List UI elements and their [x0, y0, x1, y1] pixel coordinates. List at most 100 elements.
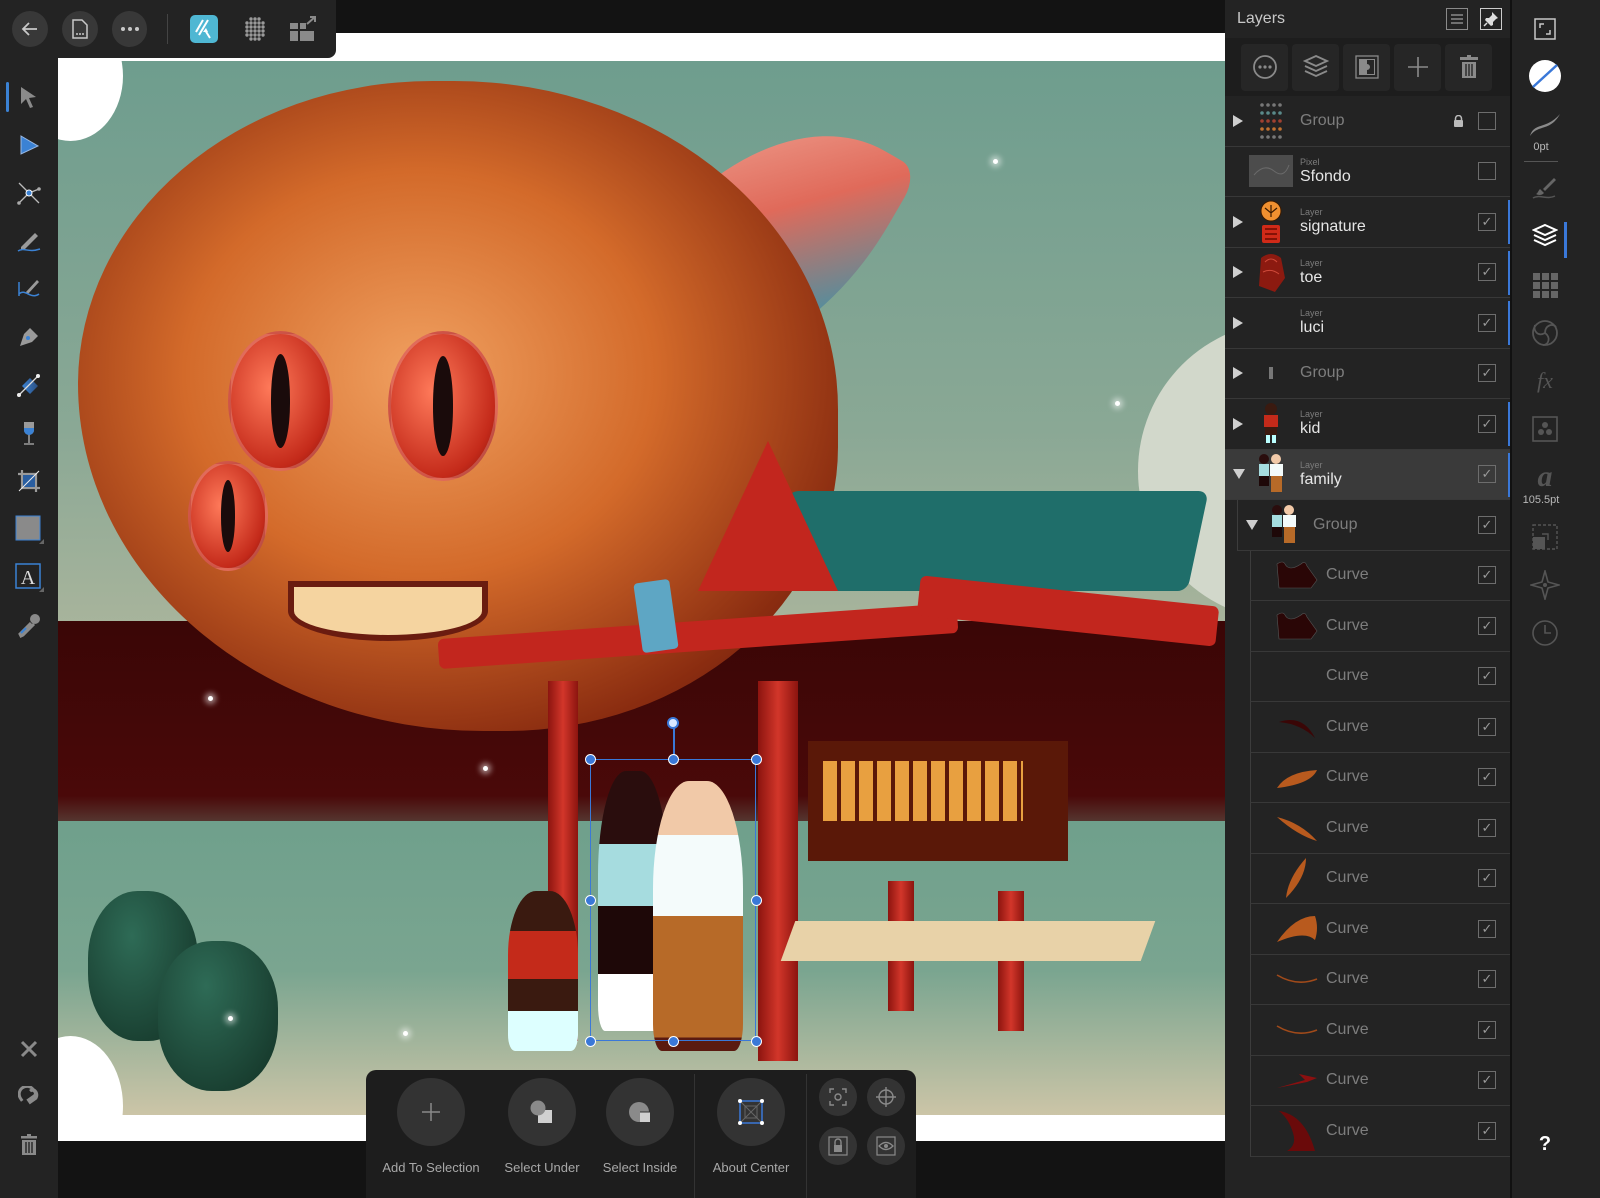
layer-row-curve[interactable]: Curve ✓ [1250, 954, 1510, 1005]
visibility-checkbox[interactable]: ✓ [1478, 919, 1496, 938]
pixel-persona-button[interactable] [240, 14, 270, 44]
node-tool[interactable] [12, 128, 46, 162]
expand-triangle-icon[interactable] [1233, 417, 1243, 430]
layer-row-sfondo[interactable]: Pixel Sfondo [1225, 147, 1510, 197]
visibility-checkbox[interactable]: ✓ [1478, 869, 1496, 888]
vector-brush-tool[interactable] [12, 272, 46, 306]
pen-tool[interactable] [12, 320, 46, 354]
visibility-checkbox[interactable]: ✓ [1478, 1121, 1496, 1140]
swatches-panel-button[interactable] [1528, 268, 1562, 302]
delete-button[interactable] [12, 1128, 46, 1162]
snap-selection-button[interactable] [819, 1078, 857, 1116]
appearance-panel-button[interactable] [1528, 316, 1562, 350]
layer-row-group[interactable]: Group ✓ [1225, 349, 1510, 399]
brushes-panel-button[interactable] [1528, 170, 1562, 204]
layer-row-family[interactable]: Layer family ✓ [1225, 449, 1510, 500]
visibility-checkbox[interactable]: ✓ [1478, 818, 1496, 837]
select-under-button[interactable]: Select Under [497, 1078, 587, 1175]
layer-row-curve[interactable]: Curve ✓ [1250, 1005, 1510, 1056]
crop-tool[interactable] [12, 464, 46, 498]
fill-tool[interactable] [12, 368, 46, 402]
back-button[interactable] [12, 11, 48, 47]
visibility-checkbox[interactable]: ✓ [1478, 768, 1496, 787]
add-button[interactable] [1394, 43, 1441, 91]
layer-row-curve[interactable]: Curve ✓ [1250, 651, 1510, 702]
effects-panel-button[interactable]: fx [1528, 364, 1562, 398]
pencil-tool[interactable] [12, 224, 46, 258]
expand-triangle-icon[interactable] [1233, 367, 1243, 380]
layer-row-luci[interactable]: Layer luci ✓ [1225, 298, 1510, 349]
visibility-checkbox[interactable]: ✓ [1478, 717, 1496, 736]
layer-row-curve[interactable]: Curve ✓ [1250, 1106, 1510, 1157]
layer-row-group[interactable]: Group ✓ [1237, 500, 1510, 551]
visibility-checkbox[interactable]: ✓ [1478, 616, 1496, 635]
layers-menu-button[interactable] [1446, 8, 1468, 30]
resize-handle-left[interactable] [584, 894, 596, 906]
resize-handle-top[interactable] [667, 753, 679, 765]
lock-icon[interactable] [1453, 114, 1464, 127]
constraints-panel-button[interactable] [1528, 520, 1562, 554]
layer-row-curve[interactable]: Curve ✓ [1250, 853, 1510, 904]
resize-handle-bottom-left[interactable] [584, 1035, 596, 1047]
visibility-checkbox[interactable]: ✓ [1478, 212, 1496, 231]
lock-transform-button[interactable] [819, 1127, 857, 1165]
visibility-checkbox[interactable]: ✓ [1478, 263, 1496, 282]
layer-options-button[interactable] [1241, 43, 1288, 91]
layer-row-curve[interactable]: Curve ✓ [1250, 904, 1510, 955]
layer-row-group[interactable]: Group [1225, 96, 1510, 147]
transform-panel-button[interactable] [1528, 12, 1562, 46]
help-button[interactable]: ? [1528, 1127, 1562, 1161]
visibility-checkbox[interactable]: ✓ [1478, 313, 1496, 332]
layer-row-curve[interactable]: Curve ✓ [1250, 601, 1510, 652]
delete-layer-button[interactable] [1445, 43, 1492, 91]
crosshair-button[interactable] [867, 1078, 905, 1116]
shape-tool[interactable] [12, 512, 46, 546]
expand-triangle-icon[interactable] [1233, 266, 1243, 279]
designer-persona-button[interactable] [190, 15, 219, 43]
document-button[interactable] [61, 11, 98, 47]
collapse-triangle-icon[interactable] [1246, 519, 1258, 530]
color-panel-button[interactable] [1528, 59, 1562, 93]
visibility-checkbox[interactable]: ✓ [1478, 566, 1496, 585]
resize-handle-bottom-right[interactable] [750, 1035, 762, 1047]
layer-row-signature[interactable]: Layer signature ✓ [1225, 197, 1510, 248]
more-button[interactable] [111, 11, 148, 47]
expand-triangle-icon[interactable] [1233, 215, 1243, 228]
layer-row-curve[interactable]: Curve ✓ [1250, 1055, 1510, 1106]
export-persona-button[interactable] [288, 14, 318, 44]
layer-row-kid[interactable]: Layer kid ✓ [1225, 399, 1510, 450]
move-tool[interactable] [6, 80, 46, 114]
visibility-checkbox[interactable]: ✓ [1478, 1071, 1496, 1090]
visibility-checkbox[interactable]: ✓ [1478, 1020, 1496, 1039]
visibility-checkbox[interactable]: ✓ [1478, 667, 1496, 686]
layers-panel-button[interactable] [1528, 219, 1562, 253]
add-to-selection-button[interactable]: Add To Selection [382, 1078, 480, 1175]
resize-handle-right[interactable] [750, 894, 762, 906]
layer-row-curve[interactable]: Curve ✓ [1250, 752, 1510, 803]
layer-row-curve[interactable]: Curve ✓ [1250, 550, 1510, 601]
resize-handle-top-right[interactable] [750, 753, 762, 765]
layer-row-curve[interactable]: Curve ✓ [1250, 702, 1510, 753]
document-canvas[interactable] [58, 33, 1226, 1141]
text-tool[interactable]: A [12, 560, 46, 594]
expand-triangle-icon[interactable] [1233, 114, 1243, 127]
visibility-checkbox[interactable]: ✓ [1478, 364, 1496, 383]
text-styles-panel-button[interactable]: a [1528, 460, 1562, 494]
preview-button[interactable] [867, 1127, 905, 1165]
add-layer-button[interactable] [1292, 43, 1339, 91]
transparency-tool[interactable] [12, 416, 46, 450]
stroke-panel-button[interactable] [1528, 108, 1562, 142]
visibility-checkbox[interactable]: ✓ [1478, 515, 1496, 534]
close-button[interactable] [12, 1032, 46, 1066]
mask-button[interactable] [1343, 43, 1390, 91]
select-inside-button[interactable]: Select Inside [595, 1078, 685, 1175]
resize-handle-bottom[interactable] [667, 1035, 679, 1047]
layer-row-curve[interactable]: Curve ✓ [1250, 803, 1510, 854]
color-picker-tool[interactable] [12, 608, 46, 642]
layer-row-toe[interactable]: Layer toe ✓ [1225, 248, 1510, 298]
symbols-panel-button[interactable] [1528, 412, 1562, 446]
expand-triangle-icon[interactable] [1233, 316, 1243, 329]
resize-handle-top-left[interactable] [584, 753, 596, 765]
snapping-button[interactable] [12, 1080, 46, 1114]
visibility-checkbox[interactable] [1478, 111, 1496, 130]
